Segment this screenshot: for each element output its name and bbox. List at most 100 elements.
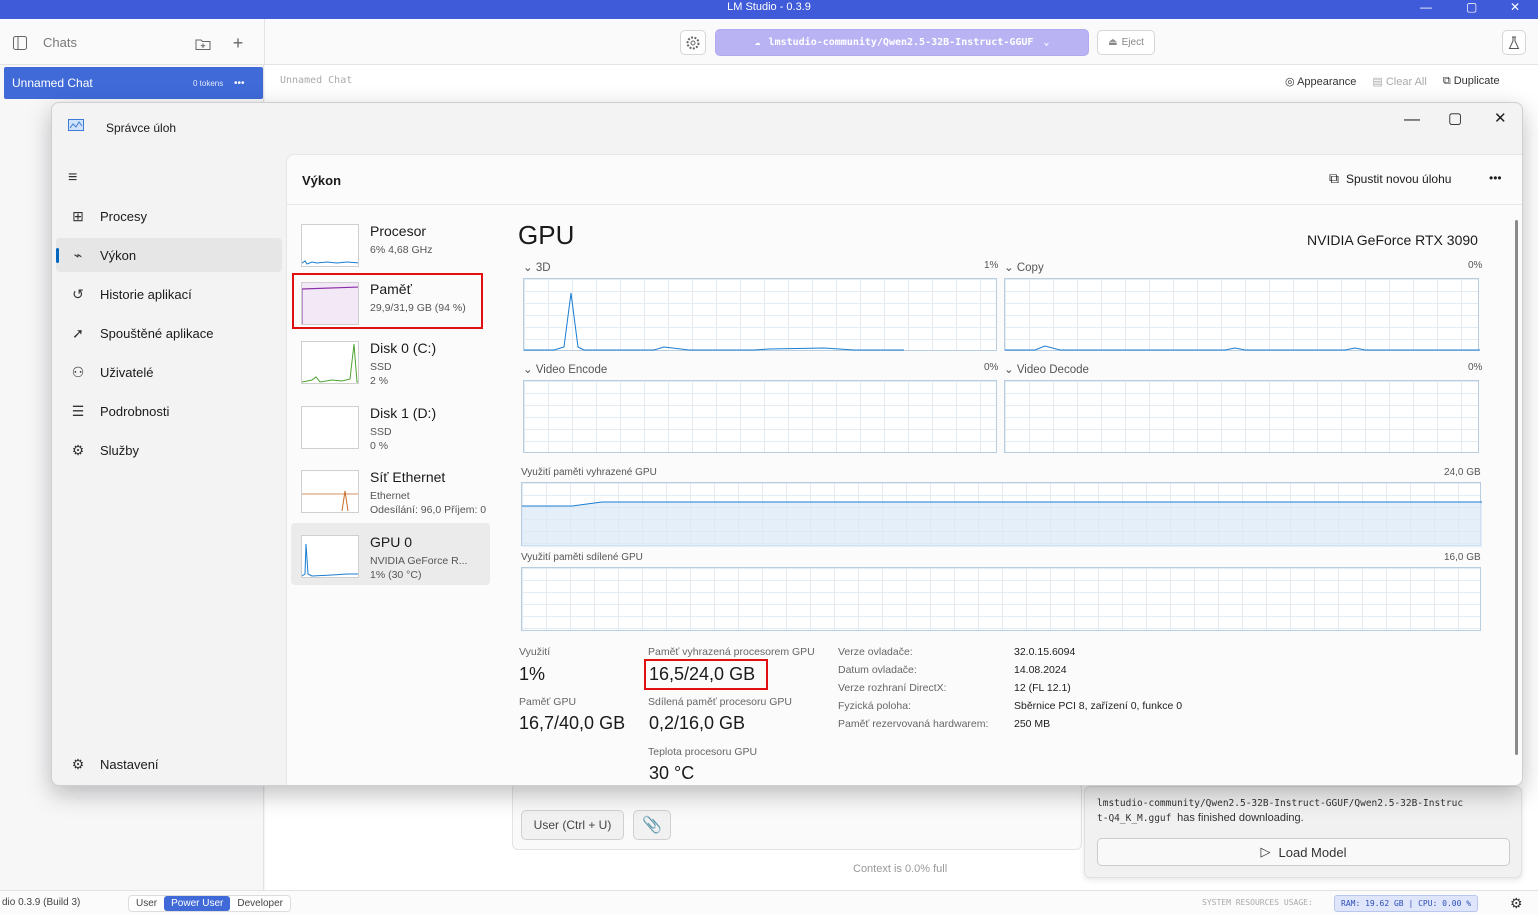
nav-settings[interactable]: ⚙ Nastavení bbox=[56, 747, 282, 781]
resource-name: GPU 0 bbox=[370, 534, 413, 550]
resources-readout: RAM: 19.62 GB | CPU: 0.00 % bbox=[1334, 895, 1479, 912]
performance-icon: ⌁ bbox=[73, 246, 83, 263]
chat-token-count: 0 tokens bbox=[193, 78, 224, 88]
dedicated-memory-graph bbox=[521, 482, 1482, 547]
resource-disk-0[interactable]: Disk 0 (C:) SSD 2 % bbox=[291, 329, 490, 391]
clear-all-button[interactable]: ▤ Clear All bbox=[1372, 75, 1426, 88]
settings-button[interactable] bbox=[680, 30, 706, 55]
model-selector-label: lmstudio-community/Qwen2.5-32B-Instruct-… bbox=[768, 37, 1034, 48]
nav-performance[interactable]: ⌁ Výkon bbox=[56, 238, 282, 272]
engine-3d-value: 1% bbox=[984, 260, 999, 271]
engine-copy-graph bbox=[1004, 278, 1480, 351]
resource-disk-1[interactable]: Disk 1 (D:) SSD 0 % bbox=[291, 394, 490, 456]
disk1-thumbnail bbox=[301, 406, 359, 449]
engine-video-encode-graph bbox=[523, 380, 997, 453]
resource-type: SSD bbox=[370, 426, 392, 438]
duplicate-label: Duplicate bbox=[1453, 75, 1500, 87]
chat-title: Unnamed Chat bbox=[12, 76, 93, 90]
top-toolbar: Chats + ☁ lmstudio-community/Qwen2.5-32B… bbox=[0, 19, 1538, 65]
nav-label: Spouštěné aplikace bbox=[100, 325, 214, 341]
resource-gpu-0[interactable]: GPU 0 NVIDIA GeForce R... 1% (30 °C) bbox=[291, 523, 490, 585]
copy-icon: ⧉ bbox=[1442, 75, 1454, 87]
maximize-button[interactable]: ▢ bbox=[1466, 0, 1477, 14]
nav-label: Nastavení bbox=[100, 756, 159, 772]
duplicate-button[interactable]: ⧉ Duplicate bbox=[1443, 75, 1500, 88]
engine-copy-value: 0% bbox=[1468, 260, 1483, 271]
resource-name: Disk 0 (C:) bbox=[370, 340, 437, 356]
more-options-button[interactable]: ••• bbox=[1489, 171, 1502, 185]
message-input[interactable]: User (Ctrl + U) bbox=[521, 810, 624, 840]
engine-3d-label: ⌄ 3D bbox=[523, 262, 551, 274]
processes-icon: ⊞ bbox=[72, 207, 84, 224]
resource-name: Disk 1 (D:) bbox=[370, 405, 437, 421]
detail-key: Verze ovladače: bbox=[838, 646, 913, 658]
temperature-label: Teplota procesoru GPU bbox=[648, 746, 758, 758]
new-folder-button[interactable] bbox=[190, 31, 216, 56]
nav-startup-apps[interactable]: ➚ Spouštěné aplikace bbox=[56, 316, 282, 350]
model-selector[interactable]: ☁ lmstudio-community/Qwen2.5-32B-Instruc… bbox=[715, 29, 1089, 56]
load-model-button[interactable]: ▷ Load Model bbox=[1097, 838, 1510, 866]
startup-icon: ➚ bbox=[72, 324, 84, 341]
clear-all-label: Clear All bbox=[1385, 76, 1427, 88]
nav-label: Podrobnosti bbox=[100, 403, 170, 419]
flask-icon bbox=[1508, 36, 1520, 49]
sidebar-toggle-button[interactable] bbox=[8, 30, 32, 55]
resource-ethernet[interactable]: Síť Ethernet Ethernet Odesílání: 96,0 Pří… bbox=[291, 458, 490, 520]
scrollbar[interactable] bbox=[1515, 220, 1518, 755]
composer: User (Ctrl + U) 📎 bbox=[512, 783, 1082, 850]
paperclip-icon: 📎 bbox=[642, 817, 662, 834]
hamburger-menu-icon[interactable]: ≡ bbox=[68, 169, 77, 187]
resource-detail: 0 % bbox=[370, 440, 389, 452]
resource-cpu[interactable]: Procesor 6% 4,68 GHz bbox=[291, 212, 490, 274]
nav-processes[interactable]: ⊞ Procesy bbox=[56, 199, 282, 233]
gear-icon[interactable]: ⚙ bbox=[1510, 895, 1523, 912]
close-button[interactable]: ✕ bbox=[1510, 0, 1520, 14]
gear-icon bbox=[686, 36, 700, 49]
message-input-placeholder: User (Ctrl + U) bbox=[533, 818, 612, 832]
performance-panel: Výkon ⧉ Spustit novou úlohu ••• Procesor … bbox=[286, 154, 1522, 785]
chat-title-header: Unnamed Chat bbox=[280, 75, 353, 86]
new-chat-button[interactable]: + bbox=[226, 31, 250, 56]
tm-minimize-button[interactable]: — bbox=[1404, 111, 1420, 129]
detail-key: Fyzická poloha: bbox=[838, 700, 911, 712]
engine-video-encode-value: 0% bbox=[984, 362, 999, 373]
engine-video-encode-label: ⌄ Video Encode bbox=[523, 364, 608, 376]
mode-developer[interactable]: Developer bbox=[230, 896, 290, 911]
nav-app-history[interactable]: ↺ Historie aplikací bbox=[56, 277, 282, 311]
nav-users[interactable]: ⚇ Uživatelé bbox=[56, 355, 282, 389]
eject-button[interactable]: ⏏ Eject bbox=[1097, 30, 1155, 55]
nav-details[interactable]: ☰ Podrobnosti bbox=[56, 394, 282, 428]
mode-user[interactable]: User bbox=[129, 896, 164, 911]
notification-message: has finished downloading. bbox=[1177, 812, 1304, 824]
resource-type: SSD bbox=[370, 361, 392, 373]
nav-label: Procesy bbox=[100, 208, 147, 224]
tm-close-button[interactable]: ✕ bbox=[1494, 109, 1507, 127]
attach-button[interactable]: 📎 bbox=[633, 810, 671, 840]
minimize-button[interactable]: — bbox=[1420, 0, 1432, 14]
nav-label: Výkon bbox=[100, 247, 137, 263]
appearance-label: Appearance bbox=[1297, 76, 1357, 88]
notification-path-line2: t-Q4_K_M.gguf bbox=[1097, 813, 1172, 824]
gpu-memory-label: Paměť GPU bbox=[519, 696, 577, 708]
chat-list-item[interactable]: Unnamed Chat 0 tokens ••• bbox=[4, 67, 263, 99]
app-title: LM Studio - 0.3.9 bbox=[727, 1, 811, 13]
lab-button[interactable] bbox=[1502, 30, 1526, 55]
resource-model: NVIDIA GeForce R... bbox=[370, 555, 468, 567]
resource-detail: Odesílání: 96,0 Příjem: 0 bbox=[370, 504, 487, 516]
tm-maximize-button[interactable]: ▢ bbox=[1448, 109, 1462, 127]
play-icon: ▷ bbox=[1260, 844, 1271, 859]
detail-value: 32.0.15.6094 bbox=[1014, 646, 1076, 658]
appearance-button[interactable]: ◎ Appearance bbox=[1285, 75, 1356, 88]
run-new-task-button[interactable]: ⧉ Spustit novou úlohu bbox=[1329, 170, 1451, 187]
nav-label: Služby bbox=[100, 442, 140, 458]
sidebar-toggle-icon bbox=[13, 35, 27, 50]
eject-label: Eject bbox=[1121, 37, 1144, 48]
chats-label: Chats bbox=[43, 35, 77, 50]
shared-mem-value: 0,2/16,0 GB bbox=[649, 713, 746, 733]
mode-power-user[interactable]: Power User bbox=[164, 896, 231, 911]
nav-label: Uživatelé bbox=[100, 364, 154, 380]
shared-mem-label: Sdílená paměť procesoru GPU bbox=[648, 696, 793, 708]
chat-menu-button[interactable]: ••• bbox=[234, 78, 245, 89]
nav-services[interactable]: ⚙ Služby bbox=[56, 433, 282, 467]
resource-name: Síť Ethernet bbox=[370, 469, 446, 485]
